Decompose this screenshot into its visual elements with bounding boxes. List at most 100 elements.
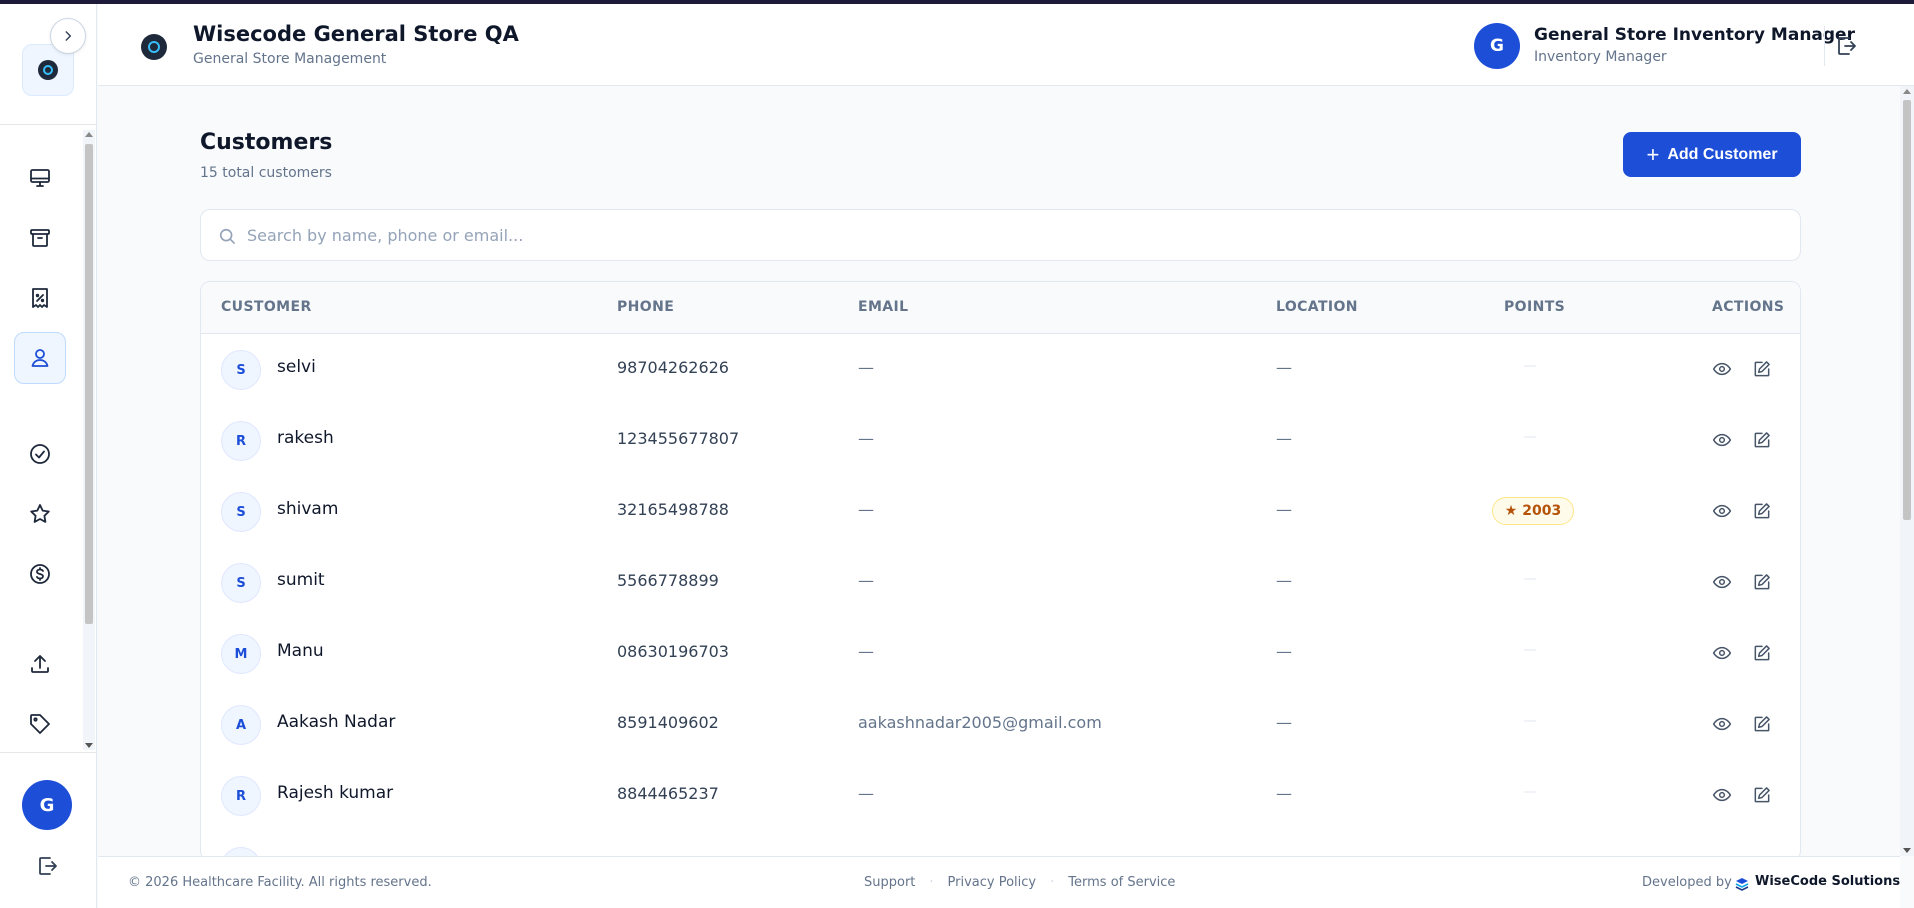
customer-points: —	[1523, 642, 1537, 658]
column-header-email[interactable]: EMAIL	[858, 299, 908, 315]
scroll-down-arrow-icon[interactable]	[85, 743, 93, 748]
customer-location: —	[1276, 500, 1292, 519]
view-customer-button[interactable]	[1709, 356, 1735, 382]
customer-avatar: S	[221, 350, 261, 390]
app-title: Wisecode General Store QA	[193, 22, 519, 46]
table-row[interactable]: M Manu 08630196703 — — —	[201, 618, 1800, 689]
edit-customer-button[interactable]	[1749, 427, 1775, 453]
customer-location: —	[1276, 642, 1292, 661]
user-icon	[31, 349, 49, 367]
store-logo-icon	[38, 60, 58, 80]
eye-icon	[1712, 430, 1732, 450]
customer-name: rakesh	[277, 428, 334, 448]
footer-link-privacy[interactable]: Privacy Policy	[948, 875, 1037, 890]
customer-email: —	[858, 642, 874, 661]
sidebar-item-upload[interactable]	[14, 638, 66, 690]
table-row[interactable]: Sshivam 32165498788 — — ★ 2003	[201, 476, 1800, 547]
copyright-text: © 2026 Healthcare Facility. All rights r…	[128, 875, 432, 890]
customer-location: —	[1276, 784, 1292, 803]
scroll-up-arrow-icon[interactable]	[85, 132, 93, 137]
sidebar-item-customers[interactable]	[14, 332, 66, 384]
table-row[interactable]: A Aakash Nadar 8591409602 aakashnadar2005@g…	[201, 689, 1800, 760]
customer-phone: 123455677807	[617, 429, 740, 448]
view-customer-button[interactable]	[1709, 569, 1735, 595]
view-customer-button[interactable]	[1709, 427, 1735, 453]
customer-email: —	[858, 358, 874, 377]
sidebar-item-loyalty[interactable]	[14, 488, 66, 540]
customer-name: Aakash Nadar	[277, 712, 396, 732]
customer-phone: 98704262626	[617, 358, 729, 377]
sidebar-item-dashboard[interactable]	[14, 152, 66, 204]
customer-phone: 8591409602	[617, 713, 719, 732]
main-scrollbar[interactable]	[1900, 86, 1914, 856]
view-customer-button[interactable]	[1709, 640, 1735, 666]
column-header-location[interactable]: LOCATION	[1276, 299, 1358, 315]
sidebar-toggle-button[interactable]	[50, 18, 86, 54]
customer-email: —	[858, 784, 874, 803]
customer-email: aakashnadar2005@gmail.com	[858, 713, 1102, 732]
table-row[interactable]: Rrakesh 123455677807 — — —	[201, 405, 1800, 476]
receipt-percent-icon	[32, 288, 48, 308]
view-customer-button[interactable]	[1709, 711, 1735, 737]
customer-avatar: R	[221, 776, 261, 816]
customer-location: —	[1276, 429, 1292, 448]
customer-points: —	[1523, 571, 1537, 587]
customer-points: —	[1523, 358, 1537, 374]
customer-name: Manu	[277, 641, 324, 661]
edit-customer-button[interactable]	[1749, 640, 1775, 666]
customer-points: —	[1523, 784, 1537, 800]
archive-box-icon	[30, 229, 50, 247]
chevron-right-icon	[65, 31, 72, 41]
page-title: Customers	[200, 130, 333, 155]
eye-icon	[1712, 785, 1732, 805]
sidebar-scroll-thumb[interactable]	[85, 144, 93, 624]
edit-icon	[1752, 643, 1772, 663]
edit-customer-button[interactable]	[1749, 782, 1775, 808]
column-header-points[interactable]: POINTS	[1504, 299, 1565, 315]
customer-name: Rajesh kumar	[277, 783, 394, 803]
add-customer-button[interactable]: + Add Customer	[1623, 132, 1801, 177]
header-separator	[1824, 26, 1825, 66]
column-header-phone[interactable]: PHONE	[617, 299, 674, 315]
header-logout-button[interactable]	[1833, 32, 1861, 60]
sidebar-item-inventory[interactable]	[14, 212, 66, 264]
view-customer-button[interactable]	[1709, 498, 1735, 524]
scroll-down-arrow-icon[interactable]	[1903, 848, 1911, 853]
search-input[interactable]	[247, 220, 1747, 250]
edit-icon	[1752, 785, 1772, 805]
sidebar-item-billing[interactable]	[14, 272, 66, 324]
sidebar-scrollbar[interactable]	[83, 130, 95, 750]
sidebar-logout-button[interactable]	[34, 852, 62, 880]
edit-customer-button[interactable]	[1749, 356, 1775, 382]
sidebar-item-tags[interactable]	[14, 698, 66, 750]
sidebar-item-payments[interactable]	[14, 548, 66, 600]
edit-icon	[1752, 359, 1772, 379]
user-role: Inventory Manager	[1534, 49, 1667, 65]
table-row[interactable]: Ssumit 5566778899 — — —	[201, 547, 1800, 618]
footer-links: Support · Privacy Policy · Terms of Serv…	[864, 875, 1175, 890]
search-bar[interactable]	[200, 209, 1801, 261]
customer-avatar: S	[221, 563, 261, 603]
main-scroll-thumb[interactable]	[1903, 100, 1911, 520]
eye-icon	[1712, 501, 1732, 521]
sidebar-item-approvals[interactable]	[14, 428, 66, 480]
column-header-customer[interactable]: CUSTOMER	[221, 299, 312, 315]
edit-icon	[1752, 714, 1772, 734]
view-customer-button[interactable]	[1709, 782, 1735, 808]
developer-name[interactable]: WiseCode Solutions	[1755, 874, 1900, 889]
edit-customer-button[interactable]	[1749, 498, 1775, 524]
star-icon: ★	[1504, 503, 1518, 519]
footer-link-support[interactable]: Support	[864, 875, 915, 890]
sidebar-user-avatar[interactable]: G	[22, 780, 72, 830]
edit-customer-button[interactable]	[1749, 711, 1775, 737]
edit-customer-button[interactable]	[1749, 569, 1775, 595]
check-circle-icon	[30, 444, 50, 464]
sidebar-divider	[0, 124, 97, 125]
user-avatar[interactable]: G	[1474, 23, 1520, 69]
table-row[interactable]: R Rajesh kumar 8844465237 — — —	[201, 760, 1800, 831]
table-row[interactable]: Sselvi 98704262626 — — —	[201, 334, 1800, 405]
scroll-up-arrow-icon[interactable]	[1903, 89, 1911, 94]
customer-name: sumit	[277, 570, 325, 590]
logout-icon	[39, 857, 57, 875]
footer-link-terms[interactable]: Terms of Service	[1068, 875, 1175, 890]
